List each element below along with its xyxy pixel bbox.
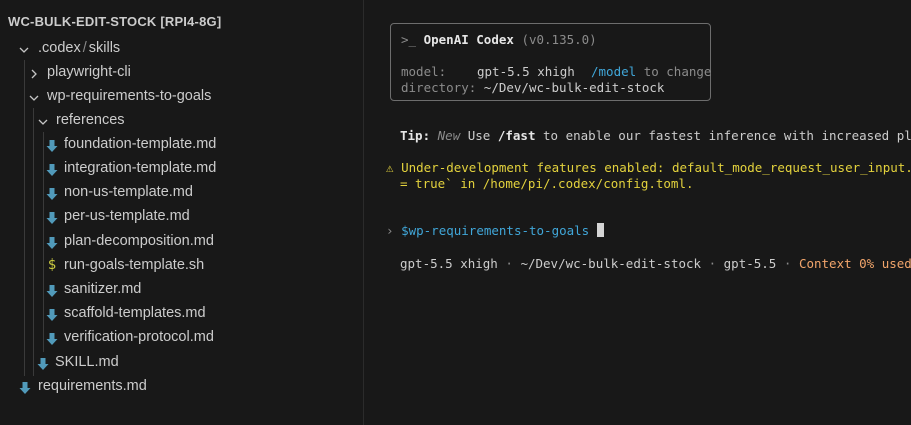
tip-label: Tip: [400, 128, 431, 143]
chevron-down-icon [17, 41, 31, 55]
codex-banner: >_ OpenAI Codex (v0.135.0) model: gpt-5.… [390, 23, 711, 101]
status-directory: ~/Dev/wc-bulk-edit-stock [520, 256, 702, 271]
tree-file[interactable]: requirements.md [0, 374, 363, 398]
status-model: gpt-5.5 xhigh [400, 256, 498, 271]
file-label: requirements.md [38, 378, 147, 394]
warning-text: Under-development features enabled: defa… [401, 160, 911, 175]
model-hint: to change [643, 64, 712, 79]
tip-text-a: Use [467, 128, 491, 143]
markdown-file-icon [45, 185, 59, 200]
status-separator: · [783, 256, 792, 271]
markdown-file-icon [45, 137, 59, 152]
tree-file[interactable]: non-us-template.md [0, 180, 363, 204]
tree-file[interactable]: integration-template.md [0, 156, 363, 180]
file-explorer: WC-BULK-EDIT-STOCK [RPI4-8G] .codex / skil… [0, 0, 364, 425]
directory-value: ~/Dev/wc-bulk-edit-stock [483, 80, 665, 95]
tree-file[interactable]: plan-decomposition.md [0, 229, 363, 253]
input-text[interactable]: $wp-requirements-to-goals [401, 223, 589, 238]
file-label: sanitizer.md [64, 281, 142, 297]
path-separator: / [82, 40, 87, 56]
chevron-right-icon [27, 65, 41, 79]
tree-file[interactable]: SKILL.md [0, 350, 363, 374]
markdown-file-icon [45, 306, 59, 321]
tree-file[interactable]: scaffold-templates.md [0, 301, 363, 325]
tree-folder-references[interactable]: references [0, 108, 363, 132]
tip-line: Tip: New Use /fast to enable our fastest… [400, 128, 911, 144]
markdown-file-icon [45, 161, 59, 176]
tree-file[interactable]: $ run-goals-template.sh [0, 253, 363, 277]
file-label: non-us-template.md [64, 184, 193, 200]
status-line: gpt-5.5 xhigh · ~/Dev/wc-bulk-edit-stock… [400, 256, 911, 272]
chevron-down-icon [27, 89, 41, 103]
input-line[interactable]: › $wp-requirements-to-goals [386, 223, 604, 239]
status-model-2: gpt-5.5 [723, 256, 777, 271]
shell-script-icon: $ [47, 257, 57, 273]
file-label: SKILL.md [55, 354, 119, 370]
tree-folder-wp-requirements-to-goals[interactable]: wp-requirements-to-goals [0, 84, 363, 108]
file-label: verification-protocol.md [64, 329, 214, 345]
chevron-down-icon [36, 113, 50, 127]
project-title[interactable]: WC-BULK-EDIT-STOCK [RPI4-8G] [8, 14, 221, 29]
folder-label-codex: .codex [38, 40, 81, 56]
folder-label: references [56, 112, 125, 128]
status-separator: · [505, 256, 513, 271]
tip-new: New [437, 128, 461, 143]
markdown-file-icon [45, 234, 59, 249]
tree-file[interactable]: foundation-template.md [0, 132, 363, 156]
tree-folder-playwright-cli[interactable]: playwright-cli [0, 60, 363, 84]
file-label: per-us-template.md [64, 208, 190, 224]
file-label: foundation-template.md [64, 136, 217, 152]
model-value: gpt-5.5 xhigh [477, 64, 575, 79]
app-name: OpenAI Codex [423, 32, 514, 47]
input-prompt: › [386, 223, 394, 238]
file-label: run-goals-template.sh [64, 257, 205, 273]
warning-line-2: = true` in /home/pi/.codex/config.toml. [400, 176, 694, 191]
model-key: model: [401, 64, 447, 79]
directory-key: directory: [401, 80, 477, 95]
markdown-file-icon [45, 209, 59, 224]
file-label: integration-template.md [64, 160, 217, 176]
model-command: /model [591, 64, 637, 79]
tip-text-b: to enable our fastest inference with inc… [543, 128, 911, 143]
tree-file[interactable]: verification-protocol.md [0, 325, 363, 349]
file-label: plan-decomposition.md [64, 233, 214, 249]
markdown-file-icon [18, 379, 32, 394]
markdown-file-icon [36, 355, 50, 370]
warning-line: ⚠ Under-development features enabled: de… [386, 160, 911, 176]
text-cursor [596, 223, 604, 237]
prompt-glyph: >_ [401, 32, 417, 47]
markdown-file-icon [45, 330, 59, 345]
status-context: Context 0% used [798, 256, 911, 271]
tree-file[interactable]: per-us-template.md [0, 204, 363, 228]
folder-label: wp-requirements-to-goals [47, 88, 212, 104]
file-label: scaffold-templates.md [64, 305, 206, 321]
terminal-panel[interactable]: >_ OpenAI Codex (v0.135.0) model: gpt-5.… [365, 0, 911, 425]
tree-file[interactable]: sanitizer.md [0, 277, 363, 301]
tip-command: /fast [497, 128, 536, 143]
folder-label-skills: skills [88, 40, 121, 56]
warning-icon: ⚠ [386, 160, 394, 175]
markdown-file-icon [45, 282, 59, 297]
status-separator: · [708, 256, 717, 271]
folder-label: playwright-cli [47, 64, 131, 80]
tree-folder-codex-skills[interactable]: .codex / skills [0, 36, 363, 60]
app-version: (v0.135.0) [521, 32, 597, 47]
